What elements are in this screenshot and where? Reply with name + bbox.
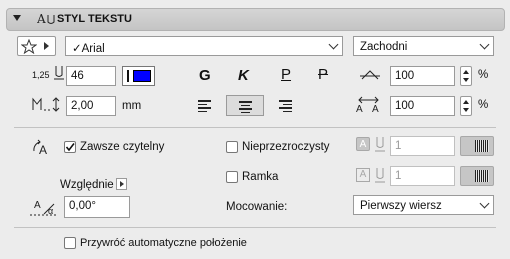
align-right-icon[interactable]: [279, 100, 292, 114]
char-spacing-field[interactable]: 100: [390, 96, 455, 116]
frame-pattern-button: [460, 166, 494, 186]
restore-position-label: Przywróć automatyczne położenie: [80, 237, 247, 249]
chevron-down-icon: [328, 39, 339, 50]
relative-label: Względnie: [60, 179, 114, 191]
char-spacing-stepper[interactable]: [460, 96, 472, 116]
text-style-icon: A: [36, 12, 55, 29]
svg-text:A: A: [37, 12, 46, 26]
frame-label: Ramka: [242, 171, 279, 183]
font-dropdown[interactable]: ✓Arial: [65, 36, 343, 56]
always-readable-checkbox[interactable]: [64, 141, 76, 153]
width-factor-field[interactable]: 100: [390, 66, 455, 86]
svg-text:A: A: [34, 200, 41, 211]
script-name: Zachodni: [360, 41, 408, 53]
pen-color-button[interactable]: [122, 66, 155, 86]
relative-menu-button[interactable]: [116, 178, 127, 190]
color-swatch: [133, 70, 151, 82]
check-icon: [65, 143, 75, 152]
size-label: 1,25: [32, 70, 50, 80]
pen-icon: [375, 137, 385, 152]
panel-header[interactable]: A STYL TEKSTU: [6, 8, 505, 31]
width-factor-unit: %: [478, 69, 489, 81]
fill-pattern-button: [460, 136, 494, 156]
svg-text:A: A: [39, 143, 47, 157]
arrow-right-icon: [120, 181, 124, 187]
always-readable-label: Zawsze czytelny: [80, 141, 165, 153]
frame-pen-field: 1: [390, 166, 455, 186]
script-dropdown[interactable]: Zachodni: [353, 36, 494, 56]
opaque-label: Nieprzezroczysty: [242, 141, 330, 153]
chevron-down-icon: [479, 198, 490, 209]
favorites-button[interactable]: [17, 36, 56, 56]
font-size-field[interactable]: 46: [66, 66, 116, 86]
collapse-triangle-icon[interactable]: [13, 15, 21, 21]
bold-button[interactable]: G: [199, 67, 211, 84]
line-spacing-field[interactable]: 2,00: [66, 96, 116, 116]
svg-text:A: A: [372, 104, 379, 114]
fill-pen-icon: A: [356, 137, 370, 151]
opaque-checkbox[interactable]: [226, 141, 238, 153]
anchor-dropdown[interactable]: Pierwszy wiersz: [353, 195, 494, 215]
chevron-down-icon: [479, 39, 490, 50]
char-spacing-icon: AA: [356, 96, 379, 114]
strikethrough-button[interactable]: P: [318, 66, 328, 83]
frame-checkbox[interactable]: [226, 171, 238, 183]
width-factor-icon: [360, 70, 380, 80]
divider: [14, 227, 496, 228]
svg-text:A: A: [356, 104, 363, 114]
pen-icon: [375, 168, 385, 183]
pattern-icon: [475, 140, 489, 152]
restore-position-checkbox[interactable]: [64, 237, 76, 249]
char-spacing-unit: %: [478, 99, 489, 111]
fill-pen-field: 1: [390, 136, 455, 156]
line-spacing-icon: [32, 97, 60, 112]
spacing-unit: mm: [122, 100, 142, 112]
width-factor-stepper[interactable]: [460, 66, 472, 86]
font-name: Arial: [81, 43, 105, 55]
italic-button[interactable]: K: [238, 67, 249, 84]
star-icon: [21, 39, 37, 54]
anchor-label: Mocowanie:: [226, 201, 288, 213]
pattern-icon: [475, 170, 489, 182]
angle-field[interactable]: 0,00°: [64, 196, 130, 218]
frame-pen-icon: A: [356, 168, 370, 182]
rotation-angle-icon: Aα: [30, 200, 58, 216]
check-icon: ✓: [72, 43, 82, 55]
align-left-icon[interactable]: [198, 100, 211, 114]
align-center-button[interactable]: [226, 95, 264, 116]
arrow-right-icon: [44, 42, 49, 50]
anchor-value: Pierwszy wiersz: [360, 200, 442, 212]
underline-button[interactable]: P: [281, 66, 291, 83]
readable-text-icon: A: [33, 139, 47, 157]
panel-title: STYL TEKSTU: [57, 13, 132, 25]
align-center-icon: [239, 101, 252, 115]
svg-text:α: α: [48, 206, 53, 216]
text-height-icon: [54, 66, 64, 80]
divider: [14, 127, 496, 128]
